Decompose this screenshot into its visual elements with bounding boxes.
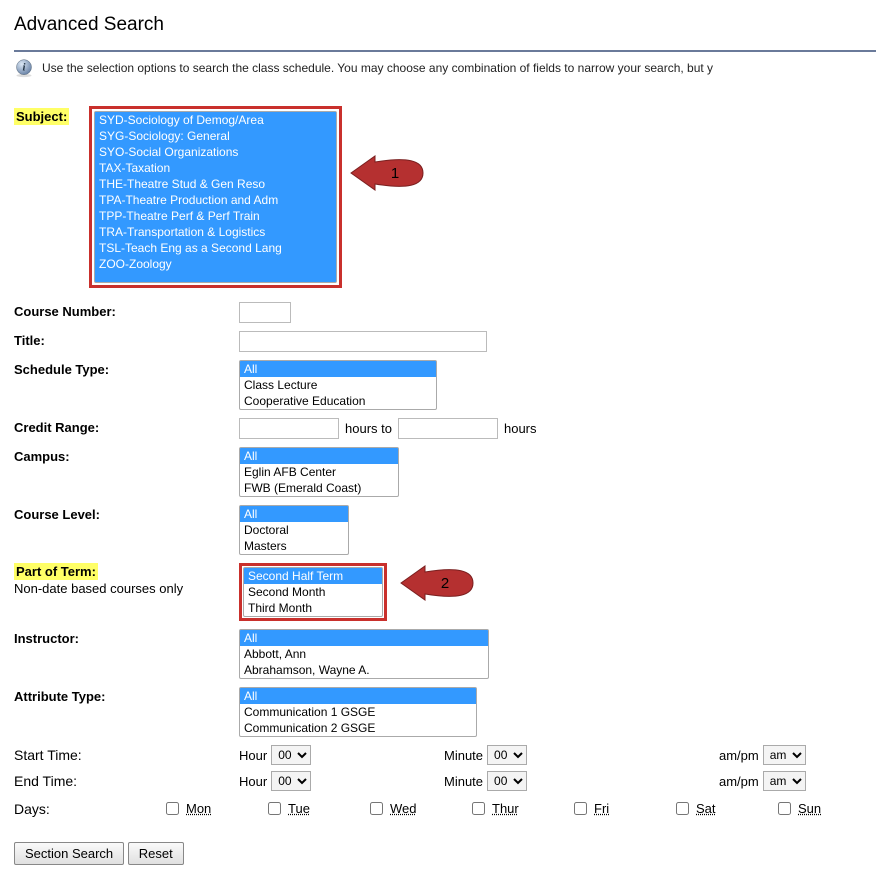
day-checkbox-sun[interactable] bbox=[778, 802, 791, 815]
minute-label: Minute bbox=[444, 748, 483, 763]
end-ampm-select[interactable]: am bbox=[763, 771, 806, 791]
info-icon: i bbox=[14, 58, 34, 78]
credit-from-input[interactable] bbox=[239, 418, 339, 439]
course-number-label: Course Number: bbox=[14, 302, 239, 319]
callout-2: 2 bbox=[399, 560, 477, 606]
day-tue: Tue bbox=[264, 799, 366, 818]
minute-label-2: Minute bbox=[444, 774, 483, 789]
end-time-label: End Time: bbox=[14, 773, 239, 789]
part-of-term-note: Non-date based courses only bbox=[14, 581, 239, 596]
svg-text:1: 1 bbox=[391, 165, 399, 182]
info-text: Use the selection options to search the … bbox=[42, 61, 713, 75]
start-hour-select[interactable]: 00 bbox=[271, 745, 311, 765]
day-label-tue[interactable]: Tue bbox=[288, 801, 310, 816]
start-minute-select[interactable]: 00 bbox=[487, 745, 527, 765]
campus-label: Campus: bbox=[14, 447, 239, 464]
hour-label: Hour bbox=[239, 748, 267, 763]
day-checkbox-wed[interactable] bbox=[370, 802, 383, 815]
svg-text:2: 2 bbox=[441, 575, 449, 592]
day-sun: Sun bbox=[774, 799, 876, 818]
subject-highlight-box: SYD-Sociology of Demog/AreaSYG-Sociology… bbox=[89, 106, 342, 288]
hours-suffix-text: hours bbox=[504, 421, 537, 436]
subject-select[interactable]: SYD-Sociology of Demog/AreaSYG-Sociology… bbox=[94, 111, 337, 283]
day-checkbox-fri[interactable] bbox=[574, 802, 587, 815]
day-checkbox-tue[interactable] bbox=[268, 802, 281, 815]
title-label: Title: bbox=[14, 331, 239, 348]
course-level-label: Course Level: bbox=[14, 505, 239, 522]
title-input[interactable] bbox=[239, 331, 487, 352]
end-minute-select[interactable]: 00 bbox=[487, 771, 527, 791]
hour-label-2: Hour bbox=[239, 774, 267, 789]
day-checkbox-sat[interactable] bbox=[676, 802, 689, 815]
info-row: i Use the selection options to search th… bbox=[14, 58, 876, 78]
credit-range-label: Credit Range: bbox=[14, 418, 239, 435]
day-wed: Wed bbox=[366, 799, 468, 818]
credit-to-input[interactable] bbox=[398, 418, 498, 439]
start-time-label: Start Time: bbox=[14, 747, 239, 763]
ampm-label: am/pm bbox=[719, 748, 759, 763]
start-ampm-select[interactable]: am bbox=[763, 745, 806, 765]
attribute-type-select[interactable]: AllCommunication 1 GSGECommunication 2 G… bbox=[239, 687, 477, 737]
day-label-sun[interactable]: Sun bbox=[798, 801, 821, 816]
page-title: Advanced Search bbox=[14, 14, 876, 36]
schedule-type-label: Schedule Type: bbox=[14, 360, 239, 377]
day-label-thur[interactable]: Thur bbox=[492, 801, 519, 816]
reset-button[interactable]: Reset bbox=[128, 842, 184, 865]
hours-to-text: hours to bbox=[345, 421, 392, 436]
course-level-select[interactable]: AllDoctoralMasters bbox=[239, 505, 349, 555]
term-highlight-box: Second Half TermSecond MonthThird Month bbox=[239, 563, 387, 621]
campus-select[interactable]: AllEglin AFB CenterFWB (Emerald Coast) bbox=[239, 447, 399, 497]
schedule-type-select[interactable]: AllClass LectureCooperative Education bbox=[239, 360, 437, 410]
ampm-label-2: am/pm bbox=[719, 774, 759, 789]
day-label-mon[interactable]: Mon bbox=[186, 801, 211, 816]
day-label-wed[interactable]: Wed bbox=[390, 801, 417, 816]
day-mon: Mon bbox=[162, 799, 264, 818]
attribute-type-label: Attribute Type: bbox=[14, 687, 239, 704]
callout-1: 1 bbox=[349, 150, 427, 196]
course-number-input[interactable] bbox=[239, 302, 291, 323]
day-fri: Fri bbox=[570, 799, 672, 818]
section-search-button[interactable]: Section Search bbox=[14, 842, 124, 865]
day-label-sat[interactable]: Sat bbox=[696, 801, 716, 816]
day-label-fri[interactable]: Fri bbox=[594, 801, 609, 816]
svg-text:i: i bbox=[22, 62, 25, 74]
divider bbox=[14, 50, 876, 52]
days-label: Days: bbox=[14, 801, 162, 817]
end-hour-select[interactable]: 00 bbox=[271, 771, 311, 791]
part-of-term-select[interactable]: Second Half TermSecond MonthThird Month bbox=[243, 567, 383, 617]
part-of-term-label: Part of Term: bbox=[14, 563, 98, 580]
day-thur: Thur bbox=[468, 799, 570, 818]
day-checkbox-thur[interactable] bbox=[472, 802, 485, 815]
day-checkbox-mon[interactable] bbox=[166, 802, 179, 815]
instructor-select[interactable]: AllAbbott, AnnAbrahamson, Wayne A. bbox=[239, 629, 489, 679]
day-sat: Sat bbox=[672, 799, 774, 818]
subject-label: Subject: bbox=[14, 108, 69, 125]
instructor-label: Instructor: bbox=[14, 629, 239, 646]
